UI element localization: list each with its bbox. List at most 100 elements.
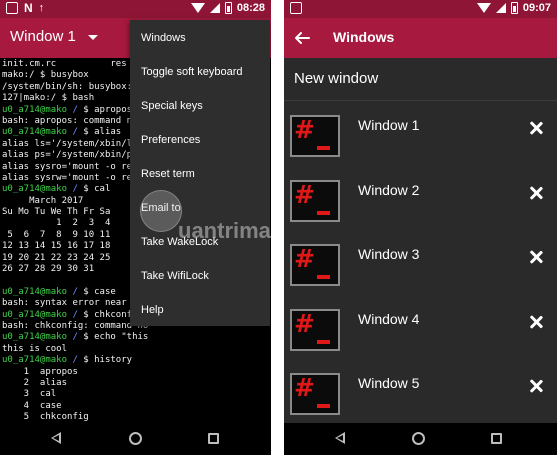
window-list-item[interactable]: # Window 3 (284, 230, 557, 294)
prompt-segment: / (67, 127, 84, 138)
cursor-underscore (317, 210, 330, 215)
status-bar: 09:07 (284, 0, 557, 18)
gallery-icon (6, 2, 18, 14)
terminal-text: this is cool (2, 343, 68, 354)
close-icon[interactable] (529, 186, 543, 200)
new-window-button[interactable]: New window (294, 70, 378, 87)
terminal-text: alias sysrw='mount -o remo (2, 172, 143, 183)
menu-item-help[interactable]: Help (141, 304, 164, 316)
terminal-text: bash: syntax error near une (2, 298, 149, 309)
home-icon[interactable] (129, 432, 142, 445)
wifi-icon (190, 3, 205, 13)
prompt-segment: / (67, 355, 84, 366)
right-phone-screenshot: 09:07 Windows New window # Window 1 # Windo… (284, 0, 557, 455)
window-label: Window 4 (358, 310, 420, 327)
terminal-window-icon: # (290, 115, 340, 157)
prompt-segment: / (67, 332, 84, 343)
hash-glyph: # (294, 115, 315, 144)
status-bar: N ↑ 08:28 (0, 0, 271, 18)
terminal-text: Su Mo Tu We Th Fr Sa (2, 207, 111, 218)
terminal-line: 4 case (2, 401, 269, 412)
window-label: Window 2 (358, 181, 420, 198)
prompt-segment: / (67, 309, 84, 320)
terminal-line: this is cool (2, 344, 269, 355)
prompt-segment: u0_a714@mako (2, 355, 68, 366)
terminal-text: $ cal (83, 184, 111, 195)
window-list-item[interactable]: # Window 2 (284, 166, 557, 230)
terminal-text: March 2017 (2, 195, 84, 206)
battery-icon (224, 2, 232, 14)
prompt-segment: u0_a714@mako (2, 286, 68, 297)
navigation-bar (284, 423, 557, 455)
terminal-line: 3 cal (2, 389, 269, 400)
terminal-text: 1 2 3 4 (2, 218, 111, 229)
terminal-text: /system/bin/sh: busybox: no (2, 81, 149, 92)
close-icon[interactable] (529, 250, 543, 264)
back-icon[interactable] (335, 432, 345, 444)
close-icon[interactable] (529, 379, 543, 393)
cellular-icon (495, 3, 506, 13)
terminal-text: 5 6 7 8 9 10 11 (2, 229, 111, 240)
window-list-item[interactable]: # Window 1 (284, 101, 557, 165)
arrow-left-icon[interactable] (294, 30, 310, 46)
close-icon[interactable] (529, 315, 543, 329)
menu-item-special-keys[interactable]: Special keys (141, 100, 203, 112)
cursor-underscore (317, 275, 330, 279)
terminal-line: u0_a714@mako / $ echo "this (2, 332, 269, 343)
recents-icon[interactable] (491, 433, 502, 444)
terminal-text: 3 cal (2, 389, 57, 400)
chevron-down-icon (87, 35, 98, 40)
windows-list: New window # Window 1 # Window 2 # Window 3 # W… (284, 58, 557, 423)
terminal-text: init.cm.rc res (2, 59, 127, 69)
window-list-item[interactable]: # Window 4 (284, 295, 557, 359)
prompt-segment: u0_a714@mako (2, 184, 68, 195)
back-icon[interactable] (51, 432, 61, 444)
terminal-text: 12 13 14 15 16 17 18 (2, 241, 111, 252)
terminal-window-icon: # (290, 308, 340, 351)
hash-glyph: # (294, 373, 315, 402)
recents-icon[interactable] (208, 433, 219, 444)
prompt-segment: u0_a714@mako (2, 127, 68, 138)
menu-item-toggle-soft-keyboard[interactable]: Toggle soft keyboard (141, 66, 243, 78)
window-list-item[interactable]: # Window 5 (284, 359, 557, 423)
home-icon[interactable] (412, 432, 425, 445)
menu-item-reset-term[interactable]: Reset term (141, 168, 195, 180)
menu-item-take-wifilock[interactable]: Take WifiLock (141, 270, 209, 282)
terminal-text: 127|mako:/ $ bash (2, 93, 95, 104)
left-phone-screenshot: N ↑ 08:28 Window 1 init.cm.rc res mako:/ … (0, 0, 271, 455)
app-bar: Windows (284, 18, 557, 58)
watermark-text: uantrimang (178, 218, 271, 243)
terminal-text: $ case (83, 286, 116, 297)
terminal-text: alias sysro='mount -o remo (2, 161, 143, 172)
window-selector-dropdown[interactable]: Window 1 (10, 28, 98, 45)
overflow-menu: Windows Toggle soft keyboard Special keys P… (130, 20, 270, 326)
status-time: 08:28 (236, 2, 265, 14)
prompt-segment: / (67, 286, 84, 297)
prompt-segment: / (67, 184, 84, 195)
prompt-segment: u0_a714@mako (2, 332, 68, 343)
menu-item-windows[interactable]: Windows (141, 32, 186, 44)
terminal-text: $ echo "this (83, 332, 149, 343)
window-label: Window 3 (358, 246, 420, 262)
window-label: Window 5 (358, 375, 420, 391)
prompt-segment: u0_a714@mako (2, 104, 68, 115)
wifi-icon (476, 3, 491, 13)
hash-glyph: # (294, 308, 315, 338)
terminal-text: $ apropos (83, 104, 133, 115)
upload-arrow-icon: ↑ (38, 2, 45, 14)
terminal-text: 26 27 28 29 30 31 (2, 264, 95, 275)
prompt-segment: u0_a714@mako (2, 309, 68, 320)
close-icon[interactable] (529, 121, 543, 135)
terminal-text: alias ls='/system/xbin/ls (2, 138, 138, 149)
cursor-underscore (317, 339, 330, 344)
notification-n-icon: N (24, 1, 33, 15)
terminal-text: bash: chkconfig: command no (2, 320, 149, 331)
cursor-underscore (317, 146, 330, 150)
menu-item-email-to[interactable]: Email to (141, 202, 181, 214)
terminal-window-icon: # (290, 373, 340, 415)
terminal-text: 1 apropos (2, 366, 78, 377)
menu-item-preferences[interactable]: Preferences (141, 134, 200, 146)
hash-glyph: # (294, 179, 315, 209)
cellular-icon (209, 3, 220, 13)
terminal-line: 5 chkconfig (2, 412, 269, 423)
